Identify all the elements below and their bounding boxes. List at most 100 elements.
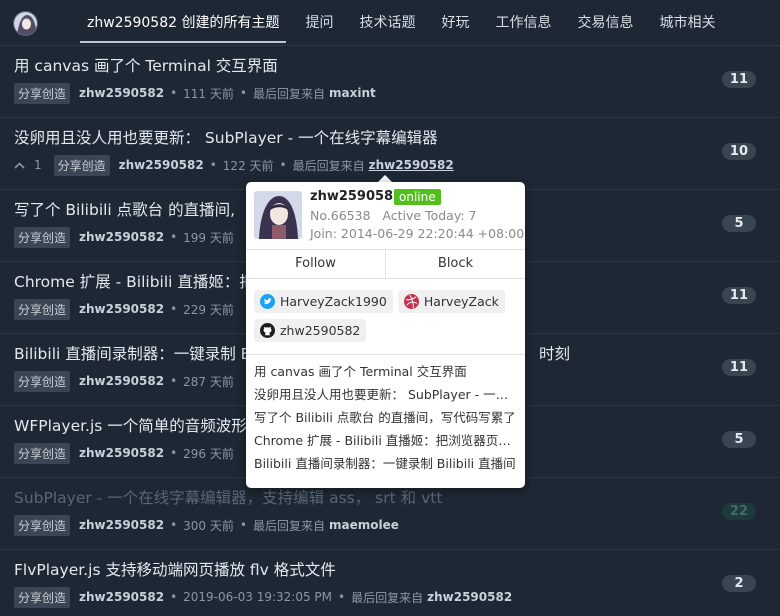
separator: •	[170, 230, 178, 244]
separator: •	[170, 86, 178, 100]
last-reply-label: 最后回复来自	[351, 590, 424, 605]
topic-item: 用 canvas 画了个 Terminal 交互界面 分享创造 zhw25905…	[0, 46, 780, 118]
last-reply-user[interactable]: zhw2590582	[427, 590, 512, 604]
topic-title-tail[interactable]: 时刻	[539, 342, 570, 364]
twitter-link[interactable]: HarveyZack1990	[254, 290, 393, 313]
node-tag[interactable]: 分享创造	[14, 82, 71, 104]
tab-deals[interactable]: 交易信息	[570, 0, 640, 46]
topic-meta: 分享创造 zhw2590582 • 296 天前	[14, 442, 240, 464]
topic-title[interactable]: 用 canvas 画了个 Terminal 交互界面	[14, 54, 278, 76]
tab-list: zhw2590582 创建的所有主题 提问 技术话题 好玩 工作信息 交易信息 …	[80, 0, 734, 46]
node-tag[interactable]: 分享创造	[14, 370, 71, 392]
tab-city[interactable]: 城市相关	[652, 0, 722, 46]
popover-avatar[interactable]	[254, 191, 302, 239]
avatar-image	[254, 191, 302, 239]
separator: •	[170, 446, 178, 460]
topic-meta: 分享创造 zhw2590582 • 229 天前	[14, 298, 240, 320]
topic-author[interactable]: zhw2590582	[79, 518, 164, 532]
twitter-icon	[260, 294, 275, 309]
topic-author[interactable]: zhw2590582	[79, 590, 164, 604]
recent-topic-link[interactable]: Chrome 扩展 - Bilibili 直播姬：把浏览器页面推流	[254, 432, 517, 455]
topic-meta: 分享创造 zhw2590582 • 300 天前 • 最后回复来自 maemol…	[14, 514, 399, 536]
reply-count[interactable]: 11	[721, 71, 756, 88]
topic-time: 111 天前	[183, 86, 234, 101]
member-stats: No.66538 Active Today: 7	[310, 208, 476, 223]
topic-author[interactable]: zhw2590582	[79, 446, 164, 460]
separator: •	[239, 518, 247, 532]
github-handle: zhw2590582	[280, 323, 361, 338]
topic-meta: 分享创造 zhw2590582 • 111 天前 • 最后回复来自 maxint	[14, 82, 376, 104]
tab-questions[interactable]: 提问	[298, 0, 340, 46]
social-links: HarveyZack1990 HarveyZack zhw2590582	[254, 290, 519, 348]
topic-title[interactable]: WFPlayer.js 一个简单的音频波形	[14, 414, 247, 436]
topic-title[interactable]: 没卵用且没人用也要更新： SubPlayer - 一个在线字幕编辑器	[14, 126, 438, 148]
github-icon	[260, 323, 275, 338]
topic-title[interactable]: Chrome 扩展 - Bilibili 直播姬：把	[14, 270, 255, 292]
recent-topic-link[interactable]: 写了个 Bilibili 点歌台 的直播间，写代码写累了	[254, 409, 517, 432]
topic-author[interactable]: zhw2590582	[79, 302, 164, 316]
topic-title[interactable]: Bilibili 直播间录制器：一键录制 B	[14, 342, 251, 364]
node-tag[interactable]: 分享创造	[14, 298, 71, 320]
last-reply-label: 最后回复来自	[252, 518, 325, 533]
popover-username[interactable]: zhw2590582	[310, 189, 402, 204]
active-today: Active Today: 7	[382, 208, 477, 223]
separator: •	[170, 518, 178, 532]
separator: •	[209, 158, 217, 172]
reply-count[interactable]: 5	[722, 431, 756, 448]
follow-button[interactable]: Follow	[246, 250, 385, 278]
topic-author[interactable]: zhw2590582	[119, 158, 204, 172]
last-reply-user[interactable]: maxint	[329, 86, 376, 100]
node-tag[interactable]: 分享创造	[14, 586, 71, 608]
recent-topic-link[interactable]: 用 canvas 画了个 Terminal 交互界面	[254, 363, 517, 386]
reply-count[interactable]: 11	[721, 359, 756, 376]
tab-jobs[interactable]: 工作信息	[488, 0, 558, 46]
separator: •	[279, 158, 287, 172]
last-reply-label: 最后回复来自	[292, 158, 365, 173]
reply-count[interactable]: 5	[722, 215, 756, 232]
vote-count: 1	[34, 158, 42, 172]
topic-author[interactable]: zhw2590582	[79, 86, 164, 100]
node-tag[interactable]: 分享创造	[14, 442, 71, 464]
separator: •	[239, 86, 247, 100]
reply-count[interactable]: 2	[722, 575, 756, 592]
vote-widget[interactable]: 1	[14, 158, 42, 172]
reply-count[interactable]: 22	[721, 503, 756, 520]
reply-count[interactable]: 11	[721, 287, 756, 304]
tab-tech[interactable]: 技术话题	[352, 0, 422, 46]
tab-all-topics[interactable]: zhw2590582 创建的所有主题	[80, 0, 287, 46]
dribbble-link[interactable]: HarveyZack	[397, 290, 505, 313]
separator: •	[338, 590, 346, 604]
topic-time: 296 天前	[183, 446, 234, 461]
topic-meta: 1 分享创造 zhw2590582 • 122 天前 • 最后回复来自 zhw2…	[14, 154, 454, 176]
join-date: Join: 2014-06-29 22:20:44 +08:00	[310, 226, 525, 241]
node-tag[interactable]: 分享创造	[14, 226, 71, 248]
dribbble-handle: HarveyZack	[423, 294, 499, 309]
last-reply-user[interactable]: zhw2590582	[369, 158, 454, 172]
topic-time: 122 天前	[222, 158, 274, 173]
topic-time: 287 天前	[183, 374, 234, 389]
reply-count[interactable]: 10	[721, 143, 756, 160]
user-popover: zhw2590582 online No.66538 Active Today:…	[246, 182, 525, 488]
recent-topic-link[interactable]: Bilibili 直播间录制器：一键录制 Bilibili 直播间	[254, 455, 517, 478]
topic-title[interactable]: SubPlayer - 一个在线字幕编辑器，支持编辑 ass， srt 和 vt…	[14, 486, 442, 508]
user-avatar[interactable]	[13, 11, 38, 36]
block-button[interactable]: Block	[385, 250, 525, 278]
topic-author[interactable]: zhw2590582	[79, 230, 164, 244]
last-reply-user[interactable]: maemolee	[329, 518, 399, 532]
github-link[interactable]: zhw2590582	[254, 319, 367, 342]
node-tag[interactable]: 分享创造	[53, 154, 110, 176]
node-tag[interactable]: 分享创造	[14, 514, 71, 536]
topic-time: 300 天前	[183, 518, 234, 533]
topic-time: 229 天前	[183, 302, 234, 317]
topic-title[interactable]: FlvPlayer.js 支持移动端网页播放 flv 格式文件	[14, 558, 336, 580]
topic-time: 199 天前	[183, 230, 234, 245]
twitter-handle: HarveyZack1990	[280, 294, 387, 309]
chevron-up-icon	[14, 161, 25, 169]
topic-meta: 分享创造 zhw2590582 • 2019-06-03 19:32:05 PM…	[14, 586, 512, 608]
topic-title[interactable]: 写了个 Bilibili 点歌台 的直播间,	[14, 198, 235, 220]
tab-fun[interactable]: 好玩	[434, 0, 476, 46]
top-tab-bar: zhw2590582 创建的所有主题 提问 技术话题 好玩 工作信息 交易信息 …	[0, 0, 780, 46]
topic-author[interactable]: zhw2590582	[79, 374, 164, 388]
last-reply-label: 最后回复来自	[252, 86, 325, 101]
recent-topic-link[interactable]: 没卵用且没人用也要更新： SubPlayer - 一个在线字幕编辑器	[254, 386, 517, 409]
